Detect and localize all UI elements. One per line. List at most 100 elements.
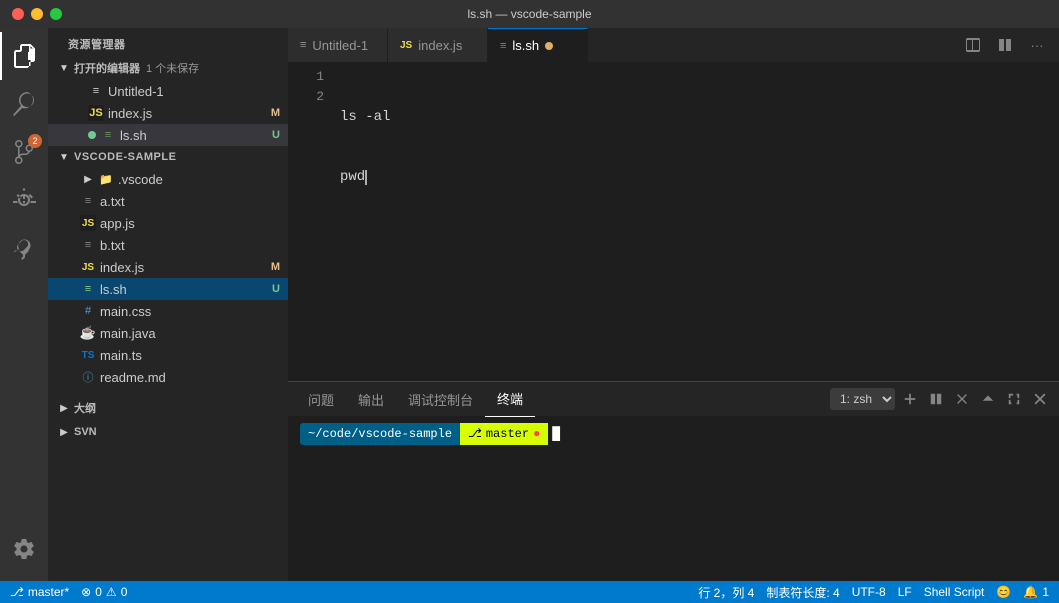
panel-tab-problems[interactable]: 问题 bbox=[296, 382, 346, 417]
file-maincss[interactable]: # main.css bbox=[48, 300, 288, 322]
lssh-tab-icon: ≡ bbox=[500, 40, 506, 52]
svn-section[interactable]: ▶ SVN bbox=[48, 420, 288, 444]
file-maints[interactable]: TS main.ts bbox=[48, 344, 288, 366]
txt-icon: ≡ bbox=[80, 193, 96, 209]
encoding-label: UTF-8 bbox=[852, 585, 886, 599]
notifications-status[interactable]: 🔔 1 bbox=[1017, 581, 1055, 603]
panel-tab-output[interactable]: 输出 bbox=[346, 382, 396, 417]
panel-up-button[interactable] bbox=[977, 388, 999, 410]
outline-title: 大纲 bbox=[74, 400, 96, 416]
tab-indexjs[interactable]: JS index.js bbox=[388, 28, 488, 62]
ellipsis-icon: ··· bbox=[1031, 38, 1044, 53]
editor-area: ≡ Untitled-1 JS index.js ≡ ls.sh bbox=[288, 28, 1059, 581]
tab-bar: ≡ Untitled-1 JS index.js ≡ ls.sh bbox=[288, 28, 1059, 63]
more-actions-button[interactable]: ··· bbox=[1023, 31, 1051, 59]
code-line-1: ls -al bbox=[340, 107, 1049, 127]
notifications-count: 1 bbox=[1042, 585, 1049, 599]
line-ending-status[interactable]: LF bbox=[892, 581, 918, 603]
file-readmemd-name: readme.md bbox=[100, 370, 288, 385]
lssh-badge: U bbox=[272, 283, 280, 295]
source-control-badge: 2 bbox=[28, 134, 42, 148]
project-root[interactable]: ▼ VSCODE-SAMPLE bbox=[48, 146, 288, 168]
scrollbar[interactable] bbox=[1049, 63, 1059, 381]
cursor-position-status[interactable]: 行 2，列 4 bbox=[692, 581, 760, 603]
tab-actions: ··· bbox=[951, 28, 1059, 62]
language-status[interactable]: Shell Script bbox=[918, 581, 991, 603]
tab-untitled[interactable]: ≡ Untitled-1 bbox=[288, 28, 388, 62]
kill-terminal-button[interactable] bbox=[951, 388, 973, 410]
activity-explorer[interactable] bbox=[0, 32, 48, 80]
activity-debug[interactable] bbox=[0, 176, 48, 224]
lssh-dot bbox=[88, 131, 96, 139]
panel-tab-terminal[interactable]: 终端 bbox=[485, 382, 535, 417]
activity-search[interactable] bbox=[0, 80, 48, 128]
encoding-status[interactable]: UTF-8 bbox=[846, 581, 892, 603]
git-branch-status[interactable]: ⎇ master* bbox=[4, 581, 75, 603]
window-title: ls.sh — vscode-sample bbox=[467, 7, 591, 21]
split-terminal-button[interactable] bbox=[925, 388, 947, 410]
editor-panel-container: 1 2 ls -al pwd 问题 输出 bbox=[288, 63, 1059, 581]
file-indexjs[interactable]: JS index.js M bbox=[48, 256, 288, 278]
open-editor-indexjs[interactable]: JS index.js M bbox=[48, 102, 288, 124]
panel-maximize-button[interactable] bbox=[1003, 388, 1025, 410]
terminal-cursor: █ bbox=[552, 423, 560, 445]
line-ending-label: LF bbox=[898, 585, 912, 599]
file-btxt[interactable]: ≡ b.txt bbox=[48, 234, 288, 256]
main-layout: 2 资源管理器 ▼ 打开的编辑器 1 个未保存 ≡ Untitled-1 JS bbox=[0, 28, 1059, 581]
terminal-selector[interactable]: 1: zsh bbox=[830, 388, 895, 410]
sidebar-header: 资源管理器 bbox=[48, 28, 288, 56]
js-icon-index: JS bbox=[80, 259, 96, 275]
git-icon: ⎇ bbox=[10, 585, 24, 599]
file-mainjava[interactable]: ☕ main.java bbox=[48, 322, 288, 344]
outline-section[interactable]: ▶ 大纲 bbox=[48, 396, 288, 420]
panel-right-actions: 1: zsh bbox=[830, 388, 1051, 410]
position-label: 行 2，列 4 bbox=[698, 584, 754, 601]
minimize-button[interactable] bbox=[31, 8, 43, 20]
editor-layout-button[interactable] bbox=[991, 31, 1019, 59]
indexjs-badge: M bbox=[271, 261, 280, 273]
open-editor-lssh[interactable]: ≡ ls.sh U bbox=[48, 124, 288, 146]
panel-tab-debug[interactable]: 调试控制台 bbox=[396, 382, 485, 417]
branch-icon: ⎇ bbox=[468, 423, 482, 445]
code-content[interactable]: ls -al pwd bbox=[336, 63, 1049, 381]
activity-extensions[interactable] bbox=[0, 224, 48, 272]
file-lssh[interactable]: ≡ ls.sh U bbox=[48, 278, 288, 300]
branch-status-label: master* bbox=[28, 585, 69, 599]
warnings-count: 0 bbox=[121, 585, 128, 599]
tab-size-status[interactable]: 制表符长度: 4 bbox=[760, 581, 845, 603]
untitled-tab-icon: ≡ bbox=[300, 39, 306, 51]
open-editor-untitled[interactable]: ≡ Untitled-1 bbox=[48, 80, 288, 102]
file-appjs[interactable]: JS app.js bbox=[48, 212, 288, 234]
activity-source-control[interactable]: 2 bbox=[0, 128, 48, 176]
activity-settings[interactable] bbox=[0, 525, 48, 573]
panel-close-button[interactable] bbox=[1029, 388, 1051, 410]
smiley-status[interactable]: 😊 bbox=[990, 581, 1017, 603]
terminal-content[interactable]: ~/code/vscode-sample ⎇ master ● █ bbox=[288, 417, 1059, 581]
text-cursor bbox=[365, 170, 367, 185]
file-readmemd[interactable]: ⓘ readme.md bbox=[48, 366, 288, 388]
titlebar: ls.sh — vscode-sample bbox=[0, 0, 1059, 28]
lssh-u-badge: U bbox=[272, 129, 280, 141]
warning-icon: ⚠ bbox=[106, 585, 117, 599]
status-bar: ⎇ master* ⊗ 0 ⚠ 0 行 2，列 4 制表符长度: 4 UTF-8… bbox=[0, 581, 1059, 603]
outline-chevron: ▶ bbox=[56, 400, 72, 416]
maximize-button[interactable] bbox=[50, 8, 62, 20]
new-terminal-button[interactable] bbox=[899, 388, 921, 410]
code-editor[interactable]: 1 2 ls -al pwd bbox=[288, 63, 1059, 381]
errors-status[interactable]: ⊗ 0 ⚠ 0 bbox=[75, 581, 133, 603]
file-atxt-name: a.txt bbox=[100, 194, 288, 209]
vscode-chevron: ▶ bbox=[80, 171, 96, 187]
close-button[interactable] bbox=[12, 8, 24, 20]
vscode-folder[interactable]: ▶ 📁 .vscode bbox=[48, 168, 288, 190]
split-editor-button[interactable] bbox=[959, 31, 987, 59]
open-editor-indexjs-name: index.js bbox=[108, 106, 288, 121]
open-editors-chevron: ▼ bbox=[56, 60, 72, 76]
prompt-branch: ⎇ master ● bbox=[460, 423, 548, 445]
open-editors-section[interactable]: ▼ 打开的编辑器 1 个未保存 bbox=[48, 56, 288, 80]
tab-size-label: 制表符长度: 4 bbox=[766, 584, 839, 601]
lssh-modified-dot bbox=[545, 42, 553, 50]
file-atxt[interactable]: ≡ a.txt bbox=[48, 190, 288, 212]
tab-lssh[interactable]: ≡ ls.sh bbox=[488, 28, 588, 62]
traffic-lights bbox=[12, 8, 62, 20]
tab-untitled-label: Untitled-1 bbox=[312, 38, 368, 53]
